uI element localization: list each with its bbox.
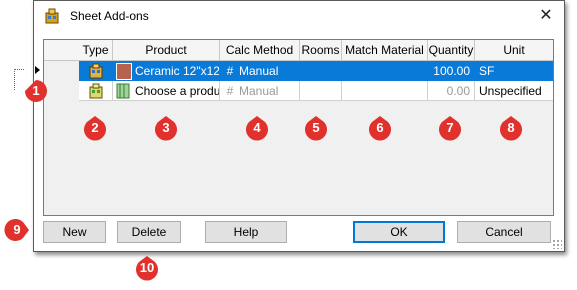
calc-method-cell[interactable]: # Manual — [220, 61, 300, 81]
calc-method-value: Manual — [239, 64, 279, 78]
addons-app-icon — [45, 8, 59, 24]
table-row[interactable]: Ceramic 12"x12 # Manual 100.00 SF — [44, 61, 553, 81]
table-row[interactable]: Choose a produ # Manual 0.00 Unspecified — [44, 81, 553, 101]
callout-marker: 5 — [302, 114, 330, 142]
callout-number: 5 — [312, 120, 320, 135]
callout-marker: 2 — [81, 114, 109, 142]
rooms-cell[interactable] — [300, 61, 342, 81]
material-swatch-icon — [116, 63, 132, 80]
callout-number: 7 — [446, 120, 454, 135]
match-material-cell[interactable] — [342, 61, 428, 81]
product-cell[interactable]: Choose a produ — [113, 81, 220, 101]
manual-calc-icon: # — [226, 84, 234, 98]
callout-number: 1 — [32, 83, 40, 98]
resize-grip-icon[interactable] — [552, 239, 562, 249]
calc-method-value: Manual — [239, 84, 279, 98]
current-row-arrow-icon — [35, 66, 40, 74]
new-button[interactable]: New — [43, 221, 106, 243]
quantity-cell[interactable]: 100.00 — [428, 61, 475, 81]
column-header-match-material[interactable]: Match Material — [342, 40, 428, 60]
column-header-unit[interactable]: Unit — [475, 40, 553, 60]
callout-number: 10 — [139, 260, 155, 275]
cancel-button[interactable]: Cancel — [457, 221, 551, 243]
callout-number: 9 — [13, 222, 21, 237]
help-button[interactable]: Help — [205, 221, 287, 243]
manual-calc-icon: # — [226, 64, 234, 78]
callout-marker: 1 — [22, 77, 50, 105]
callout-number: 8 — [507, 120, 515, 135]
addons-grid: Type Product Calc Method Rooms Match Mat… — [43, 39, 554, 216]
callout-number: 6 — [376, 120, 384, 135]
grid-header: Type Product Calc Method Rooms Match Mat… — [44, 40, 553, 61]
delete-button[interactable]: Delete — [117, 221, 181, 243]
title-bar: Sheet Add-ons ✕ — [34, 1, 564, 30]
sheet-addons-dialog: Sheet Add-ons ✕ Type Product Calc Method… — [33, 0, 565, 252]
callout-number: 4 — [253, 120, 261, 135]
column-header-quantity[interactable]: Quantity — [428, 40, 475, 60]
type-cell[interactable] — [79, 61, 113, 81]
column-header-rooms[interactable]: Rooms — [300, 40, 342, 60]
column-header-product[interactable]: Product — [113, 40, 220, 60]
callout-marker: 4 — [243, 114, 271, 142]
match-material-cell[interactable] — [342, 81, 428, 101]
type-cell[interactable] — [79, 81, 113, 101]
window-title: Sheet Add-ons — [70, 9, 149, 23]
unit-cell[interactable]: SF — [475, 61, 553, 81]
callout-number: 3 — [162, 120, 170, 135]
callout-marker: 7 — [436, 114, 464, 142]
sheet-addon-type-icon — [89, 83, 103, 99]
unit-cell[interactable]: Unspecified — [475, 81, 553, 101]
callout-marker: 8 — [497, 114, 525, 142]
product-name: Ceramic 12"x12 — [135, 64, 220, 78]
rooms-cell[interactable] — [300, 81, 342, 101]
calc-method-cell[interactable]: # Manual — [220, 81, 300, 101]
callout-marker: 9 — [3, 216, 31, 244]
product-cell[interactable]: Ceramic 12"x12 — [113, 61, 220, 81]
callout-marker: 3 — [152, 114, 180, 142]
quantity-cell[interactable]: 0.00 — [428, 81, 475, 101]
callout-marker: 6 — [366, 114, 394, 142]
column-header-type[interactable]: Type — [79, 40, 113, 60]
callout-marker: 10 — [133, 254, 161, 282]
sheet-addon-type-icon — [89, 63, 103, 79]
product-name: Choose a produ — [135, 84, 220, 98]
row-header-corner — [44, 40, 79, 60]
product-catalog-icon — [116, 83, 130, 99]
close-icon[interactable]: ✕ — [536, 6, 556, 26]
ok-button[interactable]: OK — [353, 221, 445, 243]
column-header-calc-method[interactable]: Calc Method — [220, 40, 300, 60]
callout-number: 2 — [91, 120, 99, 135]
